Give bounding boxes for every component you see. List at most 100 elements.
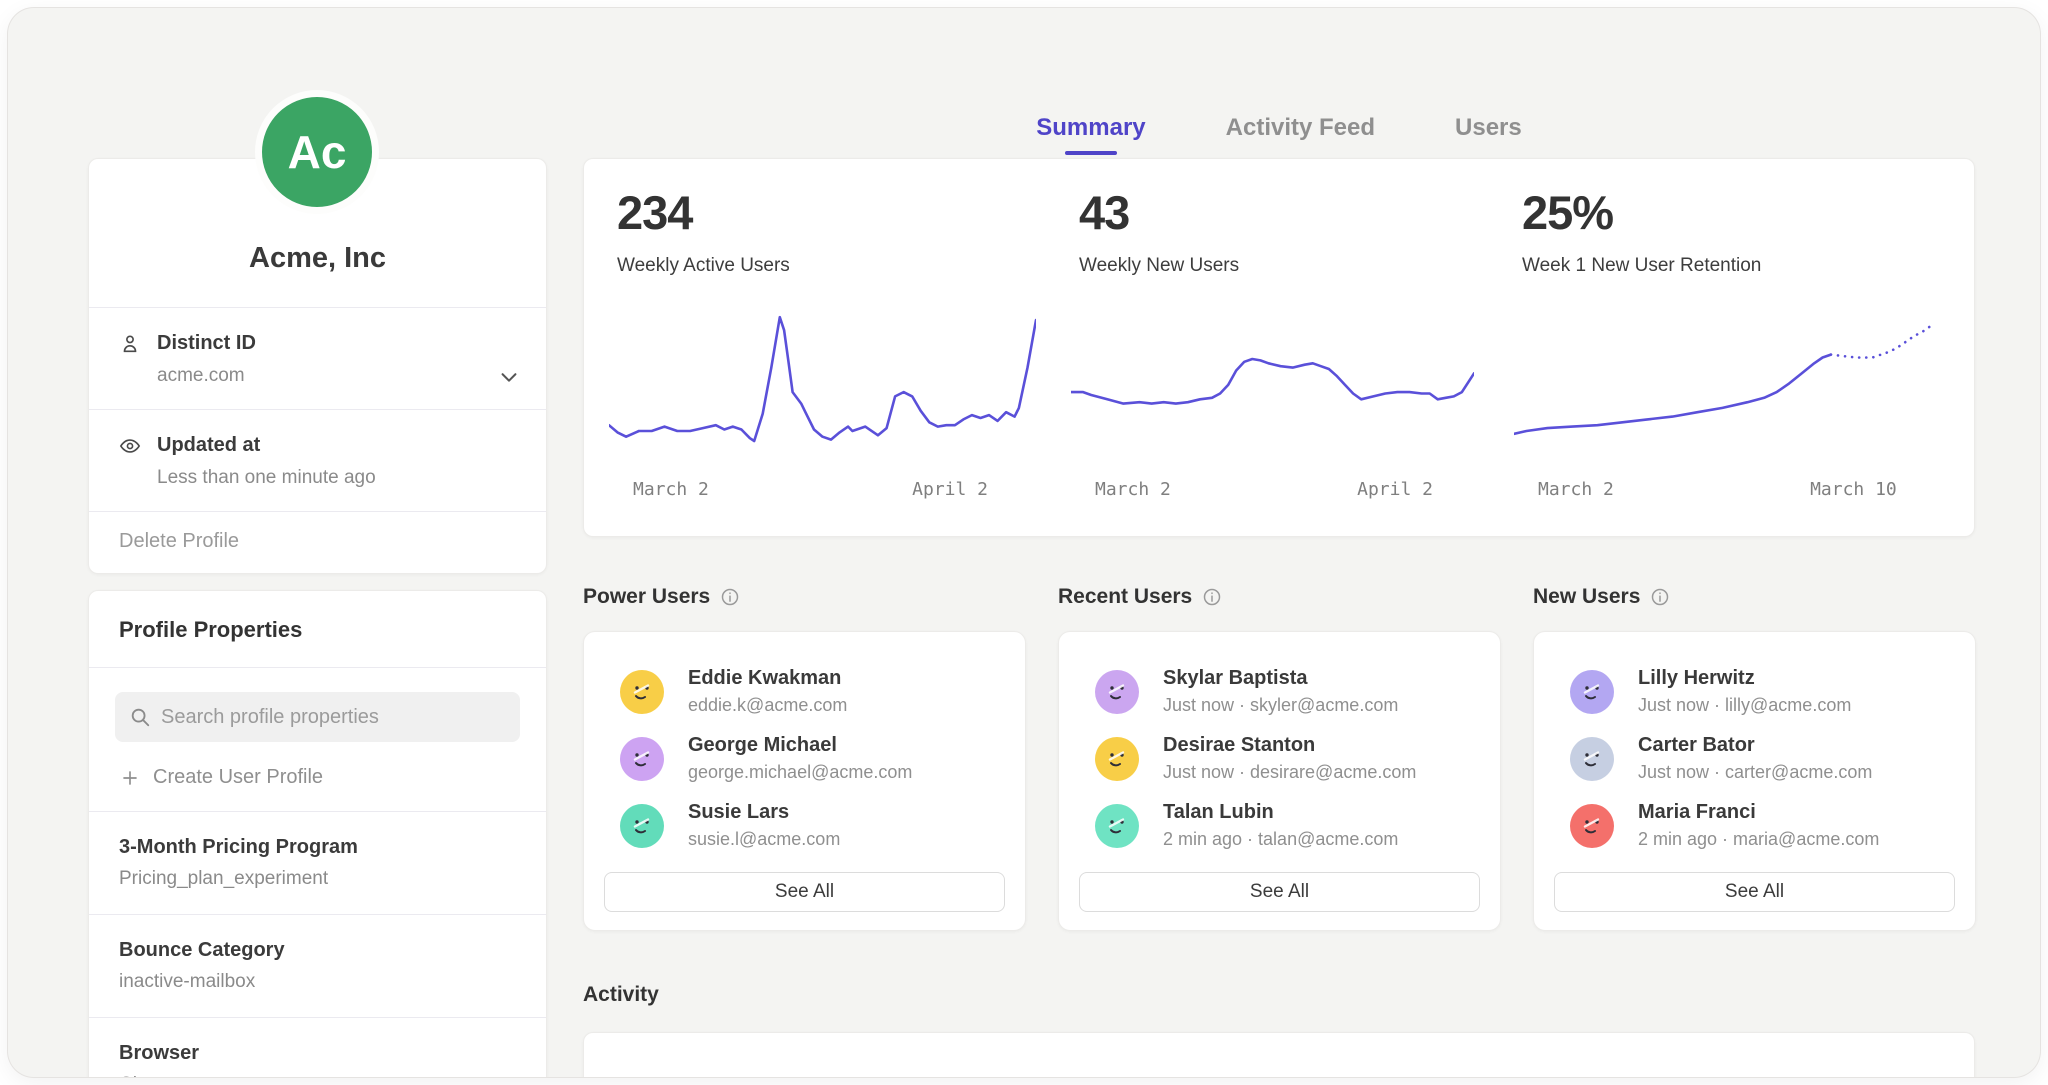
user-name: Desirae Stanton — [1163, 734, 1416, 757]
property-row[interactable]: Bounce Category inactive-mailbox — [89, 915, 546, 1018]
profile-properties-card: Profile Properties Create User Profile 3… — [88, 590, 547, 1077]
power-users-card: Eddie Kwakmaneddie.k@acme.com George Mich… — [583, 631, 1026, 931]
see-all-button[interactable]: See All — [604, 872, 1005, 912]
user-detail: Just now · desirare@acme.com — [1163, 762, 1416, 783]
new-users-title: New Users — [1533, 585, 1670, 609]
user-avatar — [1095, 737, 1139, 781]
tab-activity-feed[interactable]: Activity Feed — [1226, 114, 1375, 155]
activity-title: Activity — [583, 983, 659, 1007]
user-name: Carter Bator — [1638, 734, 1872, 757]
field-value: acme.com — [157, 365, 516, 387]
x-axis: March 2 April 2 — [1071, 479, 1474, 503]
user-list-item[interactable]: Skylar Baptista Just now · skyler@acme.co… — [1095, 666, 1500, 717]
face-icon — [1577, 744, 1607, 774]
page-title: Acme, Inc — [249, 242, 386, 275]
user-text: Lilly Herwitz Just now · lilly@acme.com — [1638, 667, 1851, 716]
face-icon — [1577, 677, 1607, 707]
user-avatar — [1095, 804, 1139, 848]
property-row[interactable]: Browser Chrome — [89, 1018, 546, 1077]
info-icon[interactable] — [1202, 587, 1222, 607]
info-icon[interactable] — [1650, 587, 1670, 607]
app-window: Ac Acme, Inc Distinct ID acme.com — [8, 8, 2040, 1077]
user-text: Desirae Stanton Just now · desirare@acme.… — [1163, 734, 1416, 783]
see-all-button[interactable]: See All — [1554, 872, 1955, 912]
active-tab-underline — [1065, 151, 1117, 155]
stat-label: Weekly Active Users — [617, 255, 790, 277]
tab-label: Summary — [1036, 114, 1145, 141]
delete-profile-button[interactable]: Delete Profile — [89, 512, 546, 573]
recent-users-title: Recent Users — [1058, 585, 1222, 609]
x-tick: March 2 — [1538, 479, 1614, 500]
section-title-label: Recent Users — [1058, 585, 1192, 609]
user-name: Talan Lubin — [1163, 801, 1398, 824]
field-label: Distinct ID — [157, 332, 256, 355]
user-list-item[interactable]: Talan Lubin2 min ago · talan@acme.com — [1095, 800, 1500, 851]
user-detail: eddie.k@acme.com — [688, 695, 847, 716]
user-name: George Michael — [688, 734, 912, 757]
user-detail: Just now · skyler@acme.com — [1163, 695, 1398, 716]
stat-value: 43 — [1079, 185, 1129, 240]
recent-users-card: Skylar Baptista Just now · skyler@acme.co… — [1058, 631, 1501, 931]
user-avatar — [620, 804, 664, 848]
tab-summary[interactable]: Summary — [1036, 114, 1145, 155]
user-text: Susie Larssusie.l@acme.com — [688, 801, 840, 850]
face-icon — [1577, 811, 1607, 841]
tab-users[interactable]: Users — [1455, 114, 1522, 155]
profile-properties-title: Profile Properties — [89, 591, 546, 668]
x-tick: March 10 — [1810, 479, 1897, 500]
activity-card: 234 240 3.4k — [583, 1032, 1975, 1077]
user-list-item[interactable]: Lilly Herwitz Just now · lilly@acme.com — [1570, 666, 1975, 717]
user-name: Lilly Herwitz — [1638, 667, 1851, 690]
search-box[interactable] — [115, 692, 520, 742]
avatar: Ac — [255, 90, 379, 214]
plus-icon — [121, 769, 139, 787]
sparkline-chart — [1071, 304, 1474, 464]
face-icon — [1102, 744, 1132, 774]
see-all-button[interactable]: See All — [1079, 872, 1480, 912]
property-value: inactive-mailbox — [119, 971, 516, 993]
user-text: Skylar Baptista Just now · skyler@acme.co… — [1163, 667, 1398, 716]
user-avatar — [620, 737, 664, 781]
user-avatar — [620, 670, 664, 714]
user-list-item[interactable]: Maria Franci 2 min ago · maria@acme.com — [1570, 800, 1975, 851]
property-row[interactable]: 3-Month Pricing Program Pricing_plan_exp… — [89, 812, 546, 915]
user-list-item[interactable]: George Michael george.michael@acme.com — [620, 733, 1025, 784]
create-user-profile-button[interactable]: Create User Profile — [89, 752, 546, 812]
user-text: Maria Franci 2 min ago · maria@acme.com — [1638, 801, 1879, 850]
face-icon — [1102, 677, 1132, 707]
user-detail: 2 min ago · maria@acme.com — [1638, 829, 1879, 850]
property-name: Bounce Category — [119, 939, 516, 962]
tab-bar: Summary Activity Feed Users — [583, 114, 1975, 155]
profile-card: Acme, Inc Distinct ID acme.com — [88, 158, 547, 574]
user-list-item[interactable]: Desirae Stanton Just now · desirare@acme.… — [1095, 733, 1500, 784]
new-users-card: Lilly Herwitz Just now · lilly@acme.com Ca… — [1533, 631, 1976, 931]
avatar-initials: Ac — [288, 125, 347, 179]
field-value: Less than one minute ago — [157, 467, 516, 489]
user-name: Skylar Baptista — [1163, 667, 1398, 690]
user-list-item[interactable]: Carter Bator Just now · carter@acme.com — [1570, 733, 1975, 784]
user-name: Maria Franci — [1638, 801, 1879, 824]
user-detail: Just now · lilly@acme.com — [1638, 695, 1851, 716]
search-input[interactable] — [161, 706, 506, 729]
sparkline-chart — [609, 304, 1036, 464]
user-list-item[interactable]: Eddie Kwakmaneddie.k@acme.com — [620, 666, 1025, 717]
user-detail: Just now · carter@acme.com — [1638, 762, 1872, 783]
create-user-profile-label: Create User Profile — [153, 766, 323, 789]
info-icon[interactable] — [720, 587, 740, 607]
user-name: Susie Lars — [688, 801, 840, 824]
face-icon — [627, 811, 657, 841]
user-list-item[interactable]: Susie Larssusie.l@acme.com — [620, 800, 1025, 851]
power-users-title: Power Users — [583, 585, 740, 609]
user-avatar — [1095, 670, 1139, 714]
tab-label: Users — [1455, 114, 1522, 141]
x-tick: April 2 — [1357, 479, 1433, 500]
chevron-down-icon[interactable] — [498, 366, 520, 388]
stat-value: 25% — [1522, 185, 1613, 240]
property-name: 3-Month Pricing Program — [119, 836, 516, 859]
user-detail: george.michael@acme.com — [688, 762, 912, 783]
user-text: Eddie Kwakmaneddie.k@acme.com — [688, 667, 847, 716]
property-value: Pricing_plan_experiment — [119, 868, 516, 890]
face-icon — [627, 677, 657, 707]
stat-label: Weekly New Users — [1079, 255, 1239, 277]
user-text: Carter Bator Just now · carter@acme.com — [1638, 734, 1872, 783]
